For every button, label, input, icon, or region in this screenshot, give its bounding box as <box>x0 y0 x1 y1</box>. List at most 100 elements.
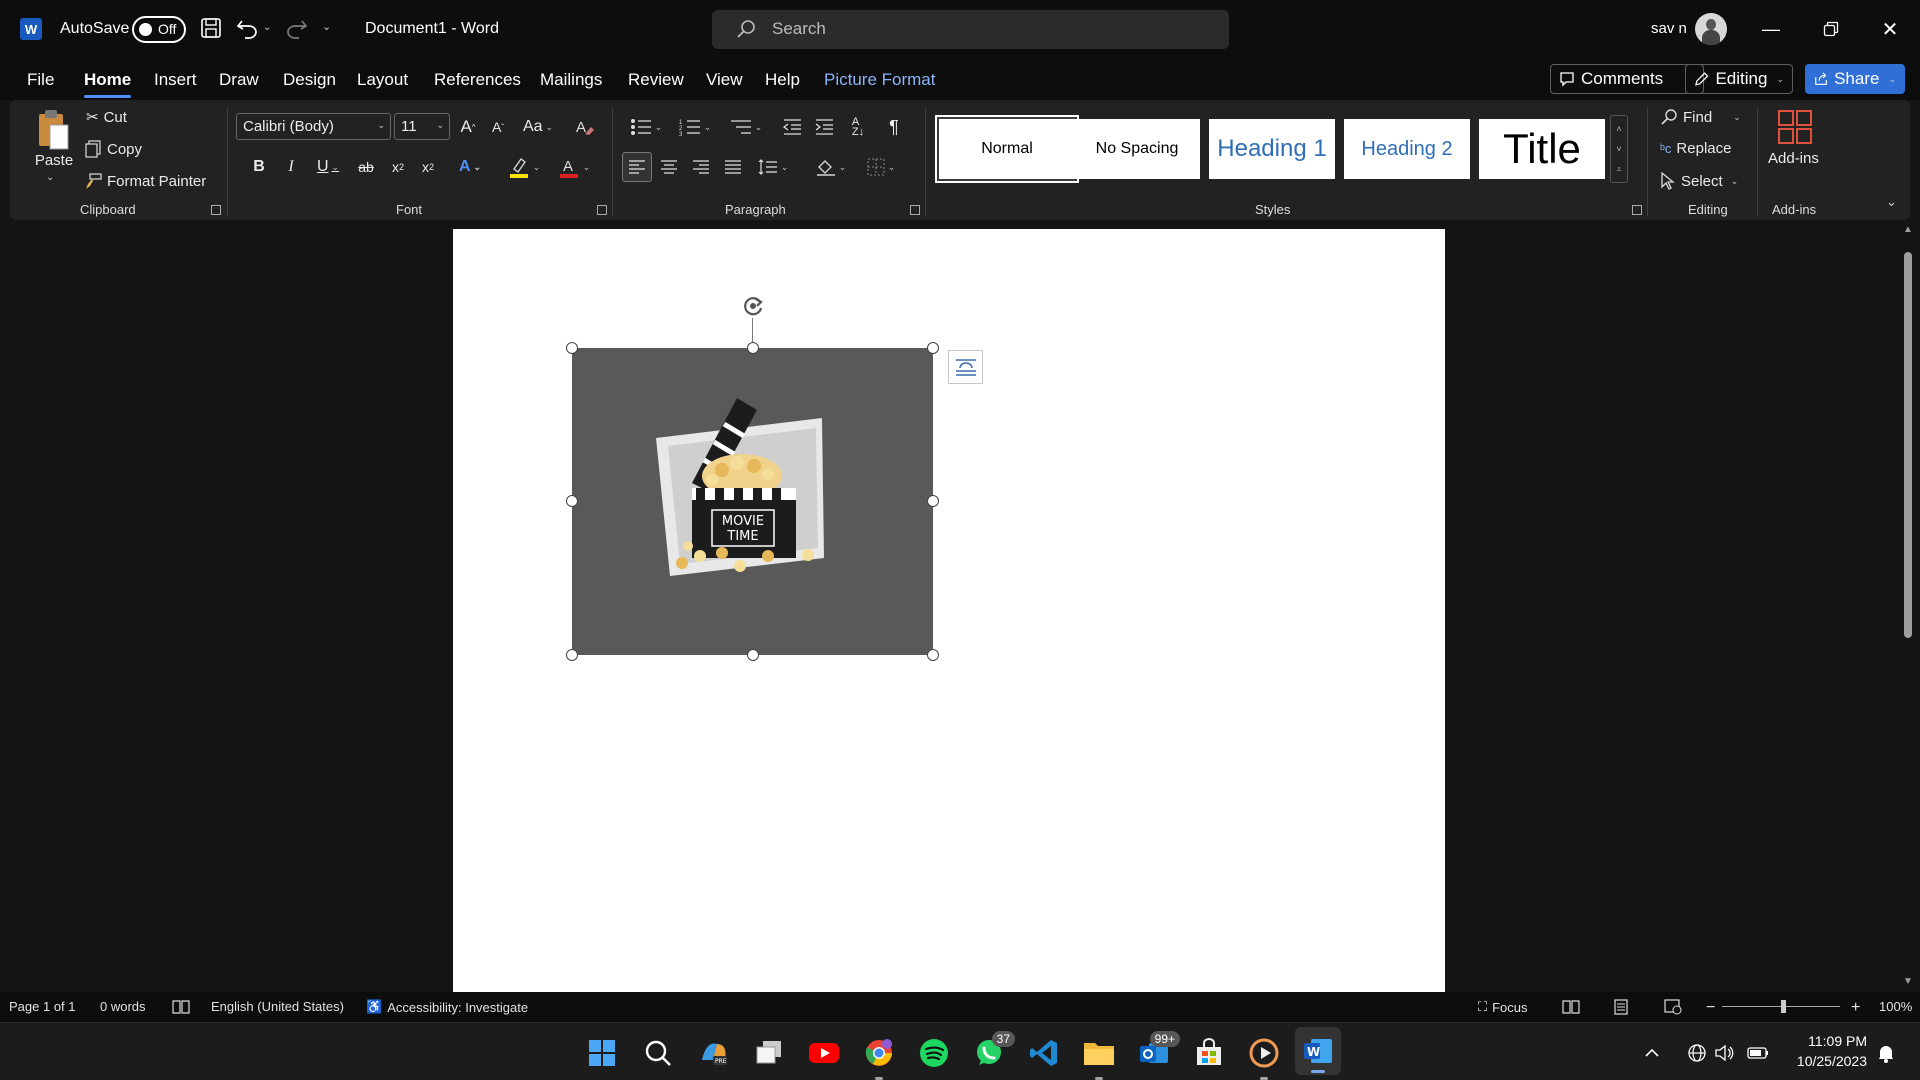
resize-handle-left[interactable] <box>566 495 578 507</box>
vscode-icon[interactable] <box>1026 1035 1062 1071</box>
chevron-up-icon[interactable]: ˄ <box>1616 124 1621 134</box>
comments-button[interactable]: Comments <box>1550 64 1704 94</box>
tab-home[interactable]: Home <box>84 70 132 98</box>
redo-icon[interactable] <box>284 17 308 39</box>
outlook-icon[interactable]: 99+ <box>1136 1031 1180 1071</box>
show-formatting-marks-icon[interactable]: ¶ <box>880 114 908 140</box>
read-mode-icon[interactable] <box>1562 999 1580 1015</box>
resize-handle-top[interactable] <box>747 342 759 354</box>
media-player-icon[interactable] <box>1246 1035 1282 1080</box>
style-normal[interactable]: Normal <box>937 117 1077 181</box>
align-right-icon[interactable] <box>687 154 715 180</box>
bullets-icon[interactable]: ⌄ <box>625 114 667 140</box>
windows-start-icon[interactable] <box>584 1035 620 1071</box>
language-globe-icon[interactable] <box>1685 1035 1709 1071</box>
chevron-down-icon[interactable]: ˅ <box>1616 144 1621 154</box>
resize-handle-top-right[interactable] <box>927 342 939 354</box>
resize-handle-bottom-right[interactable] <box>927 649 939 661</box>
whatsapp-icon[interactable]: 37 <box>971 1031 1015 1071</box>
superscript-icon[interactable]: x2 <box>416 154 440 180</box>
align-left-icon[interactable] <box>622 152 652 182</box>
page-count[interactable]: Page 1 of 1 <box>9 999 76 1014</box>
cut-button[interactable]: ✂ Cut <box>86 108 127 127</box>
grow-font-icon[interactable]: A ^ <box>454 114 482 140</box>
text-effects-icon[interactable]: A ⌄ <box>452 154 488 180</box>
bold-icon[interactable]: B <box>247 154 271 180</box>
scroll-down-icon[interactable]: ▼ <box>1903 976 1913 987</box>
tab-review[interactable]: Review <box>628 70 684 90</box>
strikethrough-icon[interactable]: ab <box>352 154 380 180</box>
tab-mailings[interactable]: Mailings <box>540 70 602 90</box>
italic-icon[interactable]: I <box>279 154 303 180</box>
focus-button[interactable]: ⛶ Focus <box>1478 999 1528 1015</box>
system-clock[interactable]: 11:09 PM 10/25/2023 <box>1785 1031 1867 1071</box>
tab-view[interactable]: View <box>706 70 743 90</box>
format-painter-button[interactable]: Format Painter <box>84 172 206 190</box>
undo-dropdown-icon[interactable]: ⌄ <box>263 22 271 33</box>
style-title[interactable]: Title <box>1479 119 1605 179</box>
clear-formatting-icon[interactable]: A <box>572 114 598 140</box>
minimize-button[interactable]: — <box>1756 14 1786 44</box>
resize-handle-top-left[interactable] <box>566 342 578 354</box>
find-button[interactable]: Find ⌄ <box>1660 108 1741 126</box>
more-styles-icon[interactable]: ⩡ <box>1616 164 1621 175</box>
task-view-icon[interactable] <box>751 1035 787 1071</box>
styles-scroll[interactable]: ˄ ˅ ⩡ <box>1610 115 1628 183</box>
customize-toolbar-icon[interactable]: ⌄ <box>322 20 331 33</box>
save-icon[interactable] <box>200 17 222 39</box>
justify-icon[interactable] <box>719 154 747 180</box>
tab-references[interactable]: References <box>434 70 521 90</box>
copy-button[interactable]: Copy <box>84 140 142 158</box>
align-center-icon[interactable] <box>655 154 683 180</box>
tab-insert[interactable]: Insert <box>154 70 197 90</box>
style-heading-1[interactable]: Heading 1 <box>1209 119 1335 179</box>
undo-icon[interactable] <box>236 17 260 39</box>
resize-handle-bottom-left[interactable] <box>566 649 578 661</box>
rotate-handle-icon[interactable] <box>740 293 766 323</box>
copilot-preview-icon[interactable]: PRE <box>696 1035 732 1071</box>
search-box[interactable]: Search <box>712 10 1229 49</box>
clipboard-launcher-icon[interactable] <box>211 205 221 215</box>
editing-mode-button[interactable]: Editing ⌄ <box>1685 64 1793 94</box>
taskbar-word-active[interactable]: W <box>1295 1027 1341 1075</box>
shading-icon[interactable]: ⌄ <box>810 154 852 180</box>
font-launcher-icon[interactable] <box>597 205 607 215</box>
close-button[interactable]: ✕ <box>1875 14 1905 44</box>
chrome-icon[interactable] <box>861 1035 897 1080</box>
change-case-icon[interactable]: Aa ⌄ <box>518 114 558 140</box>
scrollbar-thumb[interactable] <box>1904 252 1912 638</box>
share-button[interactable]: Share ⌄ <box>1805 64 1905 94</box>
resize-handle-bottom[interactable] <box>747 649 759 661</box>
paragraph-launcher-icon[interactable] <box>910 205 920 215</box>
decrease-indent-icon[interactable] <box>778 114 806 140</box>
underline-icon[interactable]: U ⌄ <box>310 154 346 180</box>
volume-icon[interactable] <box>1712 1035 1736 1071</box>
spotify-icon[interactable] <box>916 1035 952 1071</box>
layout-options-icon[interactable] <box>948 350 983 384</box>
print-layout-icon[interactable] <box>1614 999 1628 1015</box>
font-name-select[interactable]: Calibri (Body) ⌄ <box>236 113 391 140</box>
resize-handle-right[interactable] <box>927 495 939 507</box>
show-hidden-icons-chevron-up-icon[interactable] <box>1640 1035 1664 1071</box>
line-spacing-icon[interactable]: ⌄ <box>752 154 794 180</box>
style-heading-2[interactable]: Heading 2 <box>1344 119 1470 179</box>
autosave-toggle[interactable]: Off <box>132 16 186 43</box>
word-count[interactable]: 0 words <box>100 999 146 1014</box>
tab-draw[interactable]: Draw <box>219 70 259 90</box>
taskbar-search-icon[interactable] <box>640 1035 676 1071</box>
word-taskbar-icon[interactable]: W <box>1300 1033 1336 1069</box>
accessibility-status[interactable]: ♿ Accessibility: Investigate <box>366 999 528 1015</box>
font-color-icon[interactable]: A ⌄ <box>554 154 594 180</box>
paste-icon[interactable] <box>34 108 74 152</box>
add-ins-icon[interactable] <box>1776 108 1814 146</box>
notification-bell-icon[interactable] <box>1872 1035 1900 1071</box>
zoom-in-button[interactable]: + <box>1851 999 1860 1017</box>
youtube-icon[interactable] <box>806 1035 842 1071</box>
shrink-font-icon[interactable]: Aˇ <box>484 114 512 140</box>
collapse-ribbon-icon[interactable]: ⌄ <box>1886 194 1897 210</box>
selected-picture[interactable]: MOVIE TIME <box>572 348 933 655</box>
paste-button[interactable]: Paste <box>34 152 74 169</box>
web-layout-icon[interactable] <box>1664 999 1682 1015</box>
font-size-select[interactable]: 11 ⌄ <box>394 113 450 140</box>
zoom-slider-thumb[interactable] <box>1781 1000 1786 1013</box>
